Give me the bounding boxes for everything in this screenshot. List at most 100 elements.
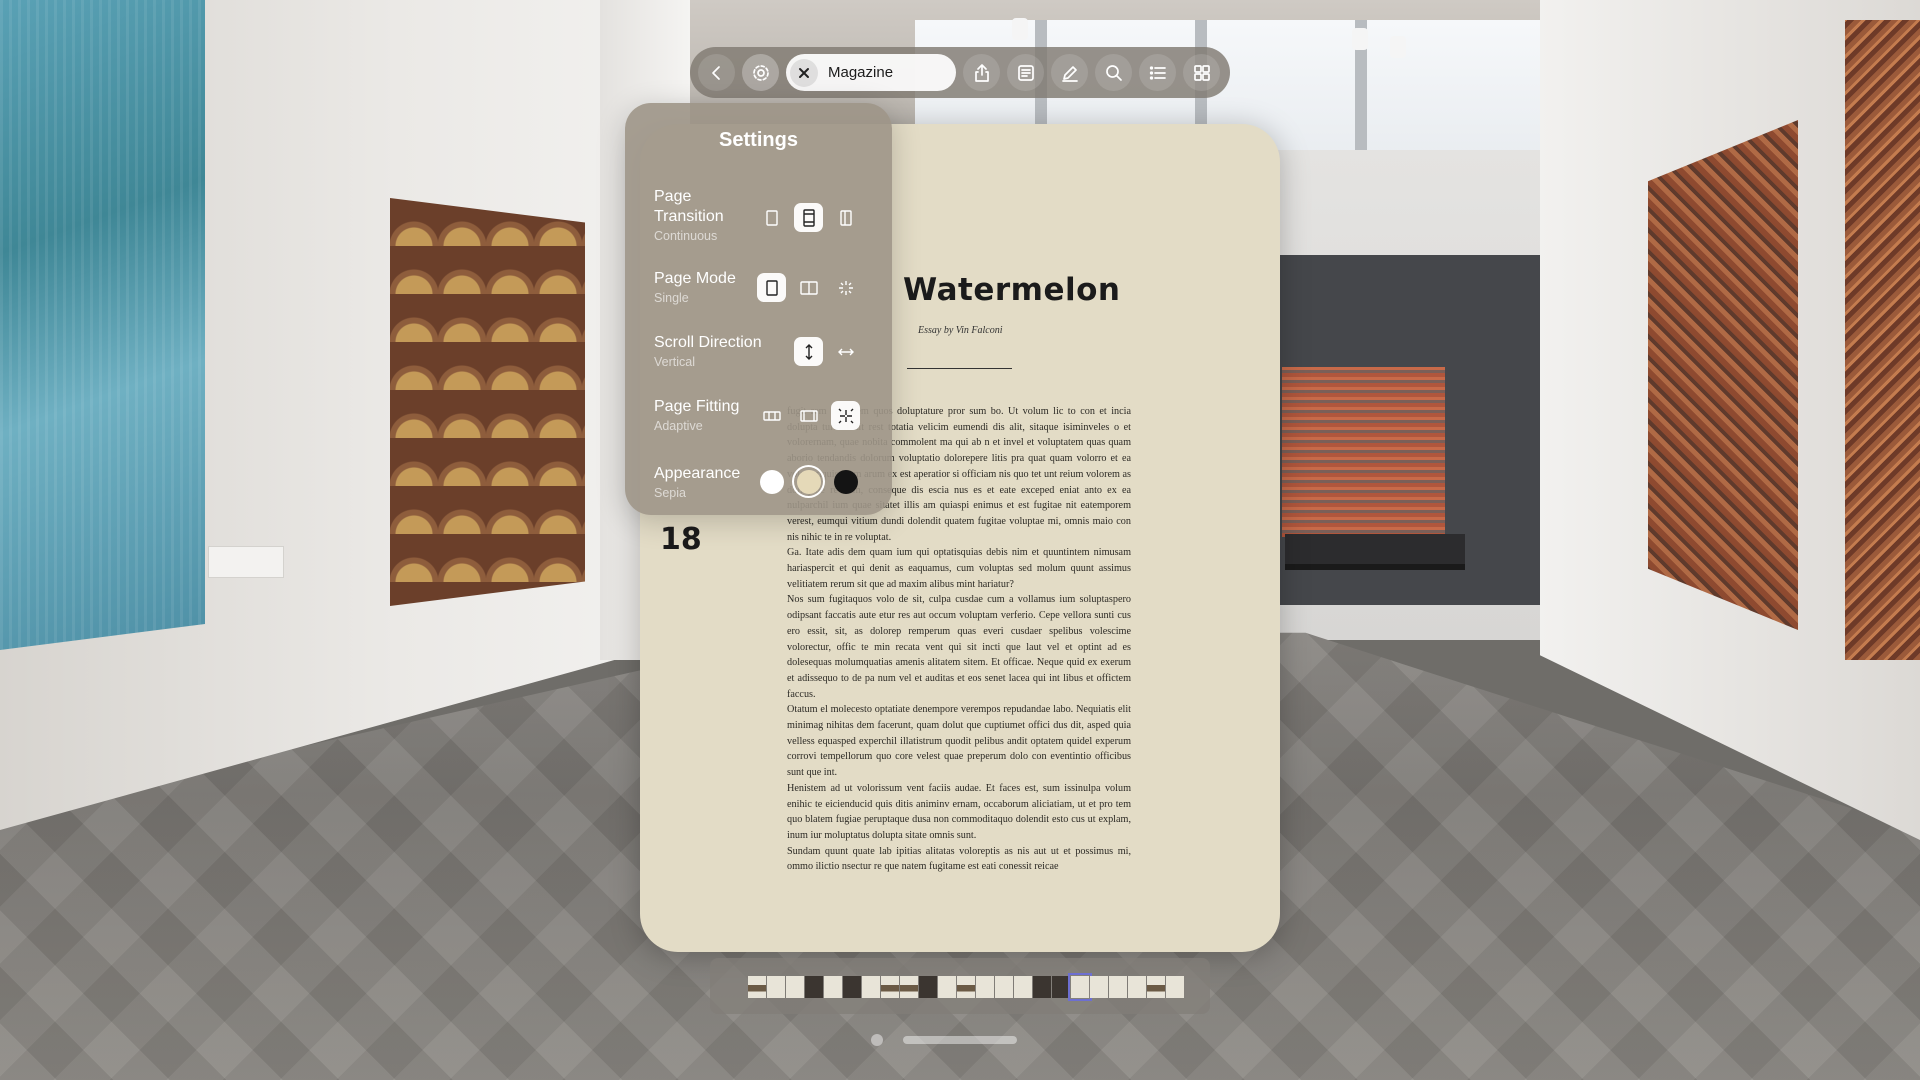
page-number: 18	[660, 522, 702, 557]
fit-adaptive-option[interactable]	[831, 401, 860, 430]
page-thumbnail[interactable]	[805, 976, 823, 998]
page-thumbnail[interactable]	[938, 976, 956, 998]
page-thumbnail[interactable]	[748, 976, 766, 998]
fit-page-icon	[799, 409, 818, 422]
page-thumbnail[interactable]	[976, 976, 994, 998]
paragraph: Nos sum fugitaquos volo de sit, culpa cu…	[787, 594, 1131, 700]
reader-view-button[interactable]	[1007, 54, 1044, 91]
fit-width-option[interactable]	[757, 401, 786, 430]
settings-title: Settings	[719, 129, 798, 151]
page-double-icon	[799, 280, 818, 295]
settings-popover: Settings Page Transition Continuous Page…	[625, 103, 892, 515]
page-thumbnail[interactable]	[881, 976, 899, 998]
article-byline: Essay by Vin Falconi	[918, 325, 1003, 336]
page-thumbnail[interactable]	[862, 976, 880, 998]
page-thumbnail[interactable]	[1052, 976, 1070, 998]
light-swatch	[759, 469, 784, 494]
paragraph: Henistem ad ut volorissum vent faciis au…	[787, 782, 1131, 841]
appearance-options	[757, 467, 860, 496]
bench	[1285, 534, 1465, 570]
arrow-horizontal-icon	[837, 348, 854, 355]
title-divider	[907, 368, 1012, 369]
close-icon	[799, 67, 809, 78]
transition-none-option[interactable]	[757, 203, 786, 232]
painting-scales	[390, 198, 585, 606]
list-icon	[1149, 65, 1166, 80]
page-thumbnail[interactable]	[995, 976, 1013, 998]
page-single-icon	[765, 209, 778, 226]
transition-curl-option[interactable]	[831, 203, 860, 232]
page-thumbnail[interactable]	[786, 976, 804, 998]
paragraph: Sundam quunt quate lab ipitias alitatas …	[787, 845, 1131, 873]
scroll-vertical-option[interactable]	[794, 337, 823, 366]
fit-page-option[interactable]	[794, 401, 823, 430]
dark-swatch	[833, 469, 858, 494]
paragraph: Ga. Itate adis dem quam ium qui optatisq…	[787, 547, 1131, 590]
sepia-swatch	[796, 469, 821, 494]
settings-button[interactable]	[742, 54, 779, 91]
document-title-pill[interactable]: Magazine	[786, 54, 956, 91]
sparkle-icon	[838, 408, 853, 423]
page-thumbnail[interactable]	[1068, 973, 1092, 1001]
share-button[interactable]	[963, 54, 1000, 91]
fit-width-icon	[762, 410, 781, 421]
painting-blue	[0, 0, 205, 650]
reader-icon	[1017, 64, 1034, 81]
scroll-horizontal-option[interactable]	[831, 337, 860, 366]
page-fitting-options	[757, 401, 860, 430]
page-thumbnail[interactable]	[900, 976, 918, 998]
painting-back	[1282, 367, 1445, 537]
thumbnails-container	[748, 973, 1184, 1001]
page-thumbnail[interactable]	[1147, 976, 1165, 998]
search-icon	[1105, 64, 1122, 81]
window-indicator-dot[interactable]	[871, 1034, 883, 1046]
paragraph: Otatum el molecesto optatiate denempore …	[787, 704, 1131, 779]
wall-label-plaque	[208, 546, 284, 578]
back-icon	[711, 65, 720, 80]
page-thumbnail[interactable]	[1109, 976, 1127, 998]
page-thumbnail[interactable]	[1166, 976, 1184, 998]
markup-button[interactable]	[1051, 54, 1088, 91]
transition-continuous-option[interactable]	[794, 203, 823, 232]
scroll-direction-options	[794, 337, 860, 366]
grid-icon	[1193, 64, 1210, 81]
markup-icon	[1061, 65, 1078, 82]
page-thumbnail[interactable]	[1033, 976, 1051, 998]
back-button[interactable]	[698, 54, 735, 91]
page-mode-options	[757, 273, 860, 302]
share-icon	[974, 63, 989, 82]
appearance-dark-option[interactable]	[831, 467, 860, 496]
page-thumbnail-strip	[710, 958, 1210, 1014]
spotlight	[1012, 18, 1028, 40]
page-thumbnail[interactable]	[957, 976, 975, 998]
mode-auto-option[interactable]	[831, 273, 860, 302]
mode-single-option[interactable]	[757, 273, 786, 302]
setting-label: Page Transition	[654, 188, 724, 225]
spotlight	[1352, 28, 1368, 50]
page-transition-options	[757, 203, 860, 232]
page-thumbnail[interactable]	[1090, 976, 1108, 998]
painting-right	[1648, 120, 1798, 630]
appearance-light-option[interactable]	[757, 467, 786, 496]
painting-far-right	[1845, 20, 1920, 660]
page-thumbnail[interactable]	[1128, 976, 1146, 998]
page-thumbnail[interactable]	[824, 976, 842, 998]
arrow-vertical-icon	[805, 343, 812, 360]
close-button[interactable]	[790, 58, 818, 87]
sparkle-icon	[838, 280, 853, 295]
page-thumbnail[interactable]	[1014, 976, 1032, 998]
mode-double-option[interactable]	[794, 273, 823, 302]
gear-icon	[752, 64, 769, 81]
page-continuous-icon	[802, 208, 815, 227]
thumbnails-button[interactable]	[1183, 54, 1220, 91]
reader-toolbar: Magazine	[690, 47, 1230, 98]
page-thumbnail[interactable]	[919, 976, 937, 998]
page-thumbnail[interactable]	[767, 976, 785, 998]
window-grabber-bar[interactable]	[903, 1036, 1017, 1044]
contents-button[interactable]	[1139, 54, 1176, 91]
document-title: Magazine	[828, 64, 894, 81]
search-button[interactable]	[1095, 54, 1132, 91]
page-thumbnail[interactable]	[843, 976, 861, 998]
appearance-sepia-option[interactable]	[794, 467, 823, 496]
page-single-icon	[765, 279, 778, 296]
